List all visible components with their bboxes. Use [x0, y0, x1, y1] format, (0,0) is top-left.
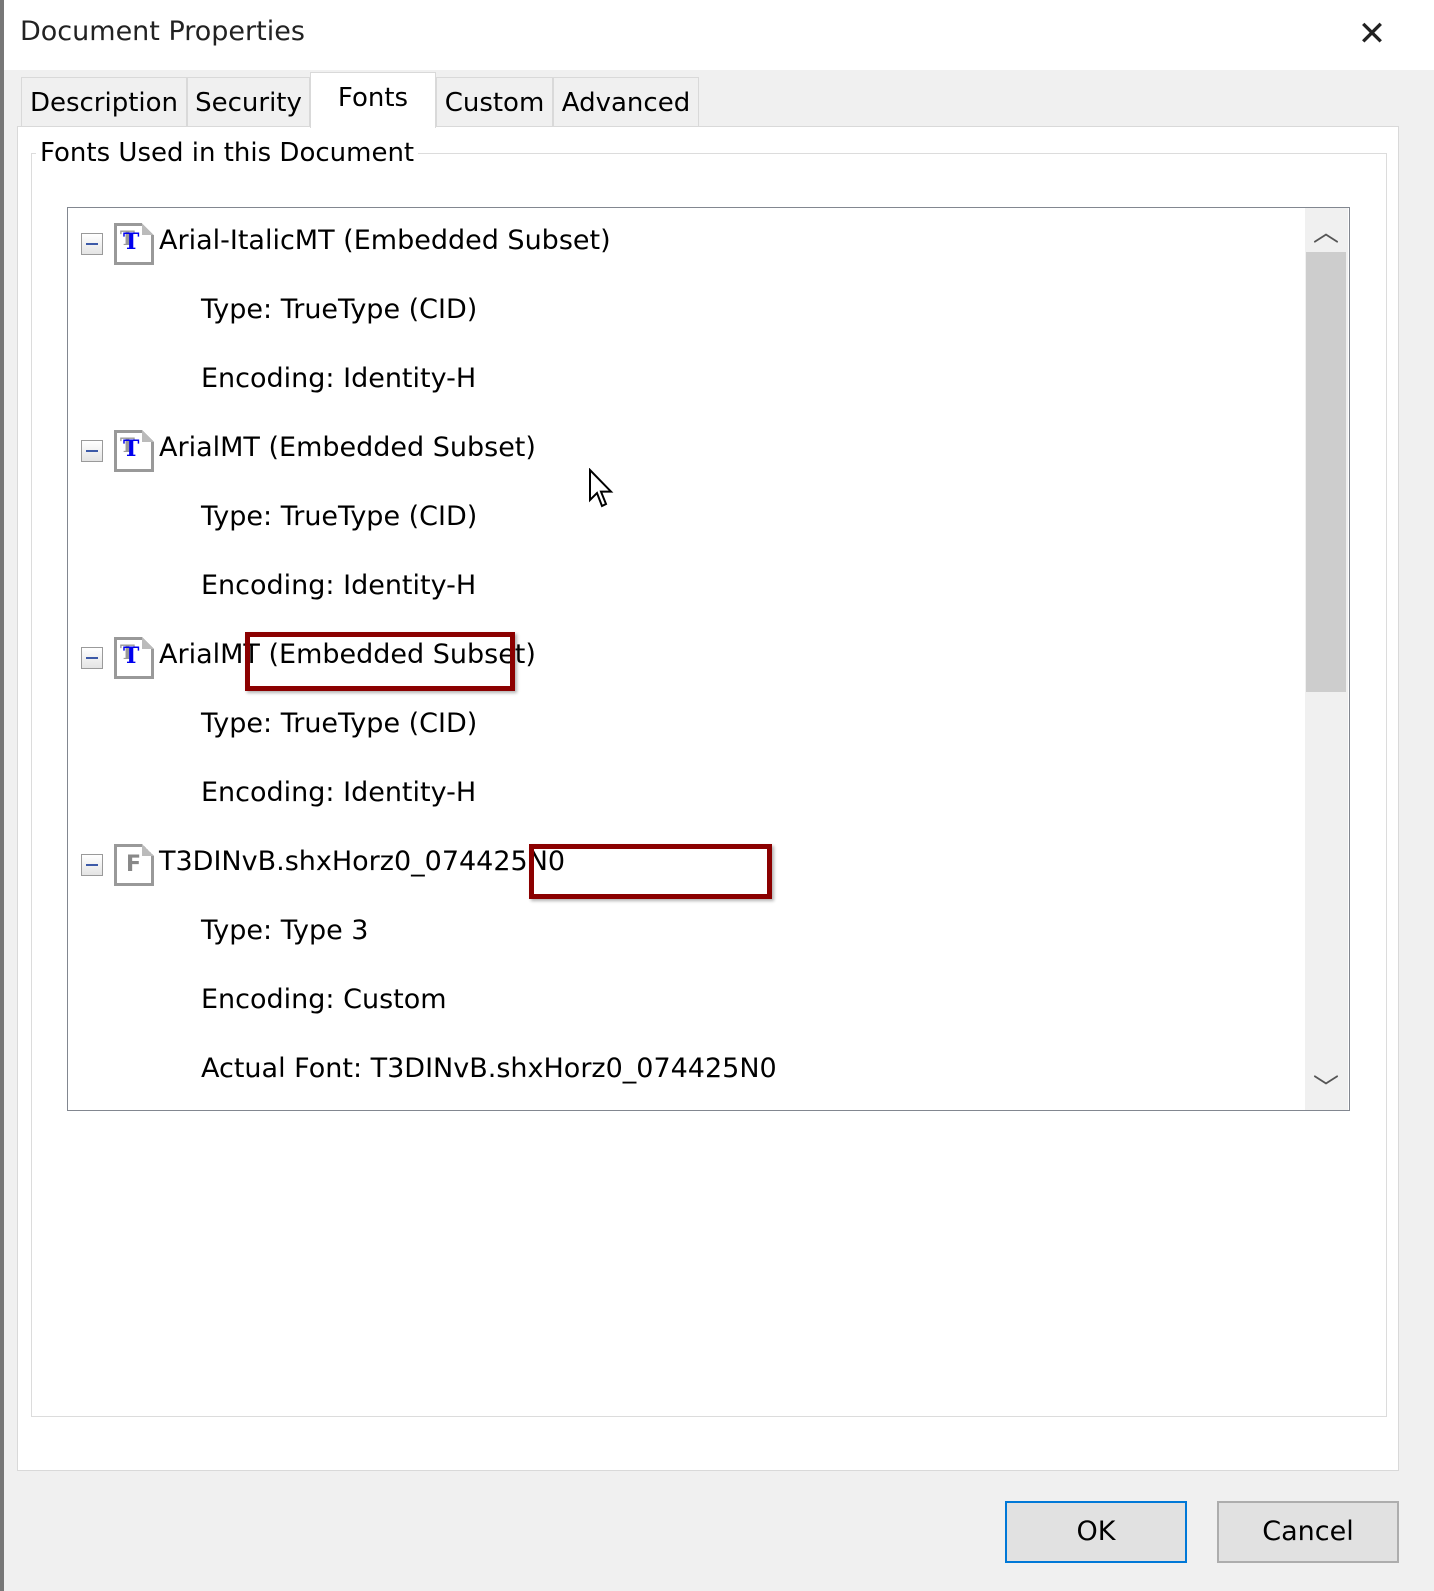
dialog-title: Document Properties — [20, 16, 305, 47]
tab-security[interactable]: Security — [187, 77, 310, 127]
tab-description[interactable]: Description — [21, 77, 187, 127]
type3-font-icon: F — [114, 844, 154, 886]
font-name[interactable]: Arial-ItalicMT (Embedded Subset) — [159, 225, 611, 256]
collapse-toggle[interactable] — [81, 647, 103, 669]
font-detail: Type: TrueType (CID) — [201, 294, 478, 325]
font-detail: Encoding: Identity-H — [201, 363, 477, 394]
scrollbar-thumb[interactable] — [1306, 252, 1346, 692]
cancel-button[interactable]: Cancel — [1217, 1501, 1399, 1563]
collapse-toggle[interactable] — [81, 233, 103, 255]
tab-custom[interactable]: Custom — [436, 77, 553, 127]
font-name[interactable]: ArialMT (Embedded Subset) — [159, 432, 536, 463]
font-detail: Type: TrueType (CID) — [201, 708, 478, 739]
truetype-font-icon: TT — [114, 223, 154, 265]
scroll-down-icon[interactable]: ﹀ — [1306, 1068, 1346, 1108]
close-icon[interactable]: ✕ — [1352, 14, 1392, 54]
truetype-font-icon: TT — [114, 430, 154, 472]
font-name[interactable]: T3DINvB.shxHorz0_074425N0 — [159, 846, 565, 877]
collapse-toggle[interactable] — [81, 440, 103, 462]
tab-advanced[interactable]: Advanced — [553, 77, 699, 127]
highlight-box — [529, 844, 772, 899]
ok-button[interactable]: OK — [1005, 1501, 1187, 1563]
tab-fonts[interactable]: Fonts — [310, 72, 436, 128]
group-label: Fonts Used in this Document — [36, 138, 419, 168]
font-detail: Encoding: Identity-H — [201, 570, 477, 601]
window-edge — [0, 0, 4, 1591]
truetype-font-icon: TT — [114, 637, 154, 679]
font-detail: Actual Font: T3DINvB.shxHorz0_074425N0 — [201, 1053, 777, 1084]
scroll-up-icon[interactable]: ︿ — [1306, 212, 1346, 252]
mouse-cursor-icon — [589, 468, 614, 508]
collapse-toggle[interactable] — [81, 854, 103, 876]
font-detail: Encoding: Custom — [201, 984, 447, 1015]
font-detail: Type: TrueType (CID) — [201, 501, 478, 532]
font-detail: Encoding: Identity-H — [201, 777, 477, 808]
font-detail: Type: Type 3 — [201, 915, 369, 946]
highlight-box — [245, 632, 515, 691]
